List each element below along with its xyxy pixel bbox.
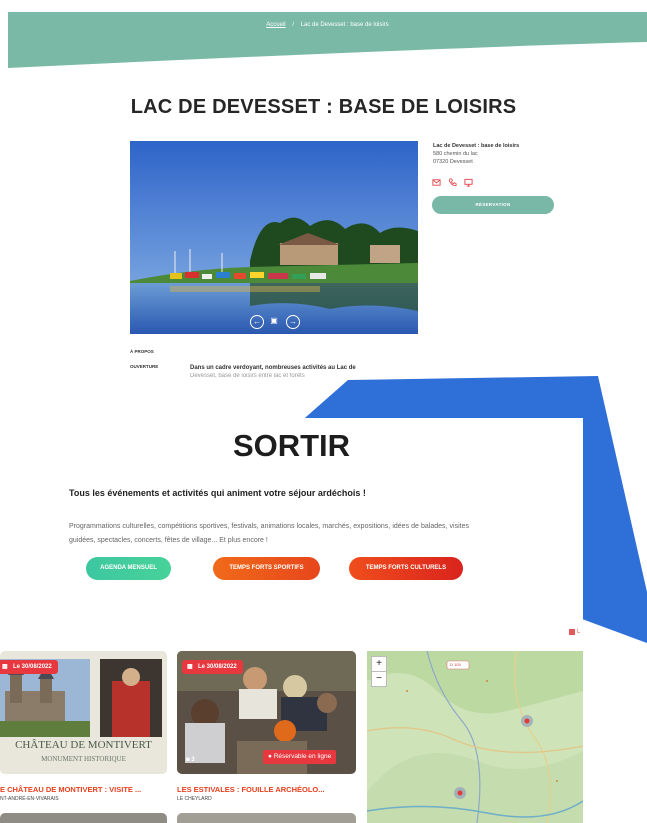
card-title[interactable]: LES ESTIVALES : FOUILLE ARCHÉOLO...	[177, 785, 325, 794]
card-date-badge: ▦ Le 30/08/2022	[0, 660, 58, 674]
legend-marker-icon	[569, 629, 575, 635]
hero-photo[interactable]: ← ▣ →	[130, 141, 418, 334]
tab-opening[interactable]: OUVERTURE	[130, 364, 158, 369]
card-image-subcaption: MONUMENT HISTORIQUE	[41, 755, 126, 763]
lake-photo	[130, 141, 418, 334]
card-location: LE CHEYLARD	[177, 796, 212, 802]
photo-count-value: 3	[191, 757, 195, 763]
gallery-prev-icon[interactable]: ←	[250, 315, 264, 329]
map-zoom-in-button[interactable]: +	[371, 656, 387, 672]
card-date-badge: ▦ Le 30/08/2022	[182, 660, 243, 674]
address-street: 580 chemin du lac	[433, 151, 478, 157]
card-title[interactable]: E CHÂTEAU DE MONTIVERT : VISITE ...	[0, 785, 141, 794]
page-title: LAC DE DEVESSET : BASE DE LOISIRS	[130, 96, 517, 118]
breadcrumb-current: Lac de Devesset : base de loisirs	[300, 22, 389, 28]
breadcrumb-home-link[interactable]: Accueil	[266, 22, 285, 28]
photo-count: ◙ 3	[186, 757, 195, 763]
map-tiles	[367, 651, 583, 823]
tab-about[interactable]: À PROPOS	[130, 349, 154, 354]
next-card-image[interactable]	[0, 813, 167, 823]
intro-text-cut: Devesset, base de loisirs entre lac et f…	[190, 373, 305, 379]
breadcrumb-separator: /	[292, 22, 294, 28]
sortir-title: SORTIR	[232, 428, 351, 463]
header-banner	[8, 12, 647, 68]
map-zoom-out-button[interactable]: −	[371, 671, 387, 687]
sortir-description: Programmations culturelles, compétitions…	[69, 523, 469, 544]
phone-icon[interactable]	[448, 178, 457, 187]
sortir-subtitle: Tous les événements et activités qui ani…	[69, 488, 366, 498]
address-city: 07320 Devesset	[433, 159, 473, 165]
card-date: Le 30/08/2022	[13, 664, 52, 670]
map-road-label: D 105	[450, 662, 461, 667]
address-block: Lac de Devesset : base de loisirs 580 ch…	[433, 142, 519, 166]
address-name: Lac de Devesset : base de loisirs	[433, 143, 520, 149]
mail-icon[interactable]	[432, 178, 441, 187]
breadcrumb: Accueil / Lac de Devesset : base de lois…	[8, 22, 647, 28]
website-icon[interactable]	[464, 178, 473, 187]
agenda-mensuel-button[interactable]: AGENDA MENSUEL	[86, 557, 171, 580]
intro-text: Dans un cadre verdoyant, nombreuses acti…	[190, 365, 356, 371]
temps-forts-culturels-button[interactable]: TEMPS FORTS CULTURELS	[349, 557, 463, 580]
card-image-caption: CHÂTEAU DE MONTIVERT	[15, 739, 152, 751]
card-location: NT-ANDRÉ-EN-VIVARAIS	[0, 796, 59, 802]
calendar-icon: ▦	[187, 664, 193, 670]
calendar-icon: ▦	[2, 664, 8, 670]
legend-label[interactable]: L	[577, 629, 580, 635]
temps-forts-sportifs-button[interactable]: TEMPS FORTS SPORTIFS	[213, 557, 320, 580]
events-map[interactable]: D 105	[367, 651, 583, 823]
card-date: Le 30/08/2022	[198, 664, 237, 670]
gallery-next-icon[interactable]: →	[286, 315, 300, 329]
booking-button[interactable]: RÉSERVATION	[432, 196, 554, 214]
online-booking-badge: ● Réservable en ligne	[263, 750, 337, 764]
next-card-image[interactable]	[177, 813, 356, 823]
camera-icon: ◙	[186, 757, 190, 763]
gallery-grid-icon[interactable]: ▣	[268, 315, 280, 327]
